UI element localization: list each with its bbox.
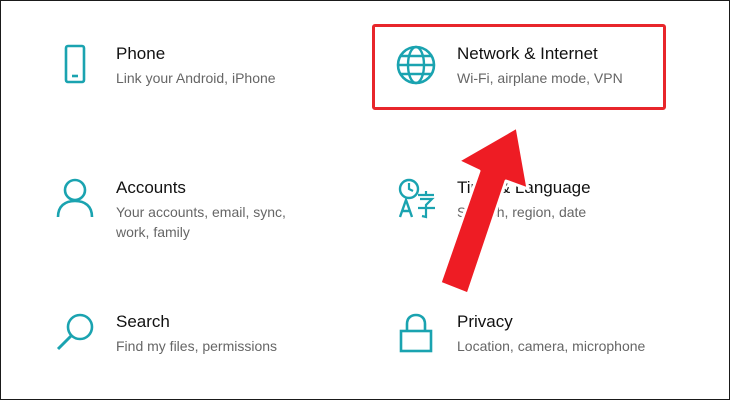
tile-time-language[interactable]: Time & Language Speech, region, date <box>394 177 591 222</box>
tile-search-title: Search <box>116 312 170 331</box>
tile-time-title: Time & Language <box>457 178 591 197</box>
phone-icon <box>53 43 97 87</box>
language-icon <box>394 177 438 221</box>
tile-network-desc: Wi-Fi, airplane mode, VPN <box>457 70 623 86</box>
person-icon <box>53 177 97 221</box>
tile-privacy-desc: Location, camera, microphone <box>457 338 646 354</box>
tile-time-desc: Speech, region, date <box>457 204 587 220</box>
tile-accounts-title: Accounts <box>116 178 186 197</box>
tile-search[interactable]: Search Find my files, permissions <box>53 311 277 356</box>
tile-phone-desc: Link your Android, iPhone <box>116 70 276 86</box>
lock-icon <box>394 311 438 355</box>
search-icon <box>53 311 97 355</box>
settings-window: Phone Link your Android, iPhone Network … <box>0 0 730 400</box>
tile-network-internet[interactable]: Network & Internet Wi-Fi, airplane mode,… <box>394 43 623 88</box>
tile-accounts-desc: Your accounts, email, sync, work, family <box>116 204 286 240</box>
globe-icon <box>394 43 438 87</box>
tile-network-title: Network & Internet <box>457 44 598 63</box>
tile-phone-title: Phone <box>116 44 166 63</box>
tile-privacy-title: Privacy <box>457 312 513 331</box>
tile-accounts[interactable]: Accounts Your accounts, email, sync, wor… <box>53 177 316 242</box>
tile-phone[interactable]: Phone Link your Android, iPhone <box>53 43 276 88</box>
tile-privacy[interactable]: Privacy Location, camera, microphone <box>394 311 645 356</box>
tile-search-desc: Find my files, permissions <box>116 338 278 354</box>
